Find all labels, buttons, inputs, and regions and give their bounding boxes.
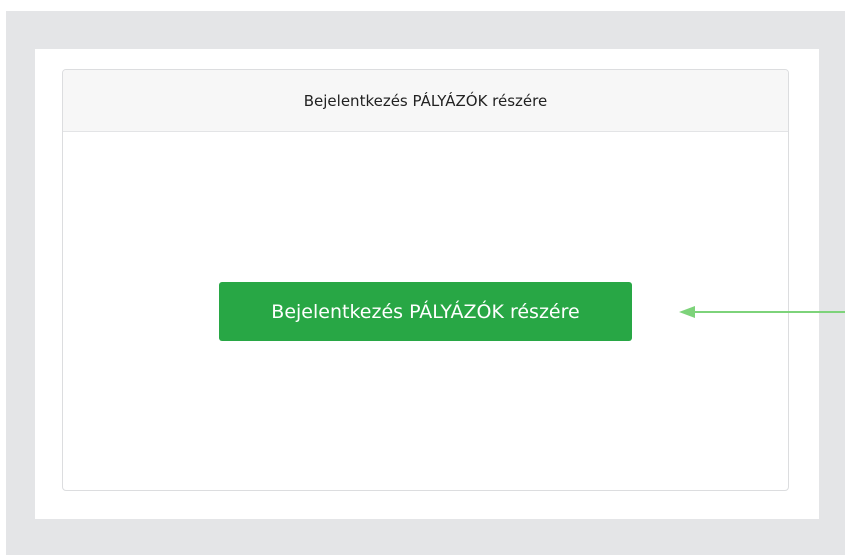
arrow-left-icon bbox=[679, 306, 845, 318]
login-card: Bejelentkezés PÁLYÁZÓK részére bbox=[62, 69, 789, 491]
applicant-login-button[interactable]: Bejelentkezés PÁLYÁZÓK részére bbox=[219, 282, 632, 341]
applicant-login-button-label: Bejelentkezés PÁLYÁZÓK részére bbox=[271, 300, 580, 323]
login-card-header: Bejelentkezés PÁLYÁZÓK részére bbox=[63, 70, 788, 132]
login-card-title: Bejelentkezés PÁLYÁZÓK részére bbox=[303, 91, 548, 110]
